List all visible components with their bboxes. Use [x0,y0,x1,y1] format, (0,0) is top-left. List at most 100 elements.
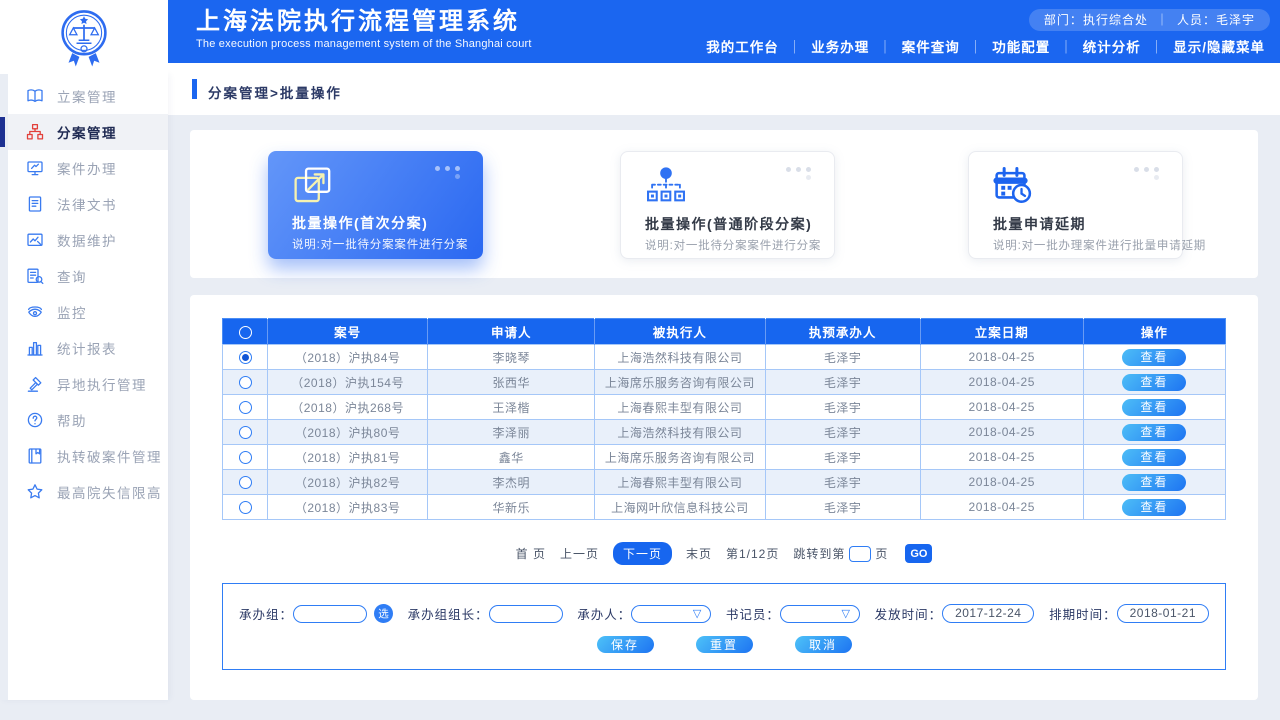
sidebar-item-supreme-dishonest[interactable]: 最高院失信限高 [8,474,168,510]
row-radio-button[interactable] [239,476,252,489]
cancel-button[interactable]: 取消 [795,636,852,653]
card-batch-first-assign[interactable]: 批量操作(首次分案)说明:对一批待分案案件进行分案 [268,151,483,259]
breadcrumb: 分案管理>批量操作 [208,82,342,102]
select-all-header [223,319,268,345]
group-leader-input[interactable] [489,605,563,623]
card-batch-delay-request[interactable]: 批量申请延期说明:对一批办理案件进行批量申请延期 [968,151,1183,259]
user-divider: ｜ [1156,13,1169,27]
group-input[interactable] [293,605,367,623]
card-title: 批量操作(普通阶段分案) [645,214,812,234]
executee-cell: 上海浩然科技有限公司 [595,345,765,370]
nav-statistics-analysis[interactable]: 统计分析 [1083,36,1141,56]
sidebar-item-statistics-report[interactable]: 统计报表 [8,330,168,366]
schedule-date-input[interactable]: 2018-01-21 [1117,604,1209,623]
reset-button[interactable]: 重置 [696,636,753,653]
sidebar-item-case-handling[interactable]: 案件办理 [8,150,168,186]
handler-field: 承办人： ▽ [577,604,711,623]
view-button[interactable]: 查看 [1122,474,1186,491]
page-first-button[interactable]: 首 页 [516,545,546,562]
jump-page-input[interactable] [849,546,871,562]
issue-date-field: 发放时间： 2017-12-24 [875,604,1035,623]
page-info: 第1/12页 [726,545,779,562]
row-radio-button[interactable] [239,451,252,464]
save-button[interactable]: 保存 [597,636,654,653]
action-cell: 查看 [1083,470,1225,495]
row-select-cell [223,370,268,395]
view-button[interactable]: 查看 [1122,349,1186,366]
card-description: 说明:对一批待分案案件进行分案 [292,236,468,252]
card-title: 批量申请延期 [993,214,1086,234]
sidebar-item-label: 统计报表 [57,338,117,358]
nav-business-handling[interactable]: 业务办理 [811,36,869,56]
radio-circle-icon[interactable] [239,326,252,339]
applicant-cell: 王泽楷 [428,395,595,420]
sidebar-item-label: 帮助 [57,410,87,430]
handler-cell: 毛泽宇 [765,370,920,395]
applicant-cell: 鑫华 [428,445,595,470]
sidebar-item-case-assignment[interactable]: 分案管理 [8,114,168,150]
handler-cell: 毛泽宇 [765,420,920,445]
nav-function-config[interactable]: 功能配置 [992,36,1050,56]
nav-case-query[interactable]: 案件查询 [902,36,960,56]
card-batch-normal-assign[interactable]: 批量操作(普通阶段分案)说明:对一批待分案案件进行分案 [620,151,835,259]
form-actions: 保存 重置 取消 [223,636,1225,653]
jump-label-prefix: 跳转到第 [793,545,845,562]
row-radio-button[interactable] [239,426,252,439]
sidebar-item-case-filing[interactable]: 立案管理 [8,78,168,114]
nav-my-workbench[interactable]: 我的工作台 [706,36,779,56]
sidebar-item-help[interactable]: 帮助 [8,402,168,438]
filing-date-cell: 2018-04-25 [920,370,1083,395]
row-radio-button[interactable] [239,376,252,389]
sidebar-item-data-maintenance[interactable]: 数据维护 [8,222,168,258]
chart-edit-icon [26,231,44,249]
breadcrumb-accent-bar [192,79,197,99]
view-button[interactable]: 查看 [1122,424,1186,441]
row-select-cell [223,345,268,370]
applicant-cell: 李泽丽 [428,420,595,445]
go-button[interactable]: GO [905,544,932,563]
nav-separator: ｜ [788,36,803,56]
jump-label-suffix: 页 [875,545,888,562]
calendar-clock-icon [993,165,1033,209]
org-structure-icon [645,165,685,209]
row-radio-button[interactable] [239,501,252,514]
handler-label: 承办人： [577,604,631,623]
column-header: 执预承办人 [765,319,920,345]
sidebar-item-query[interactable]: 查询 [8,258,168,294]
page-prev-button[interactable]: 上一页 [560,545,599,562]
case-number-cell: （2018）沪执268号 [268,395,428,420]
handler-cell: 毛泽宇 [765,495,920,520]
row-radio-button[interactable] [239,351,252,364]
clerk-select[interactable]: ▽ [780,605,860,623]
view-button[interactable]: 查看 [1122,499,1186,516]
more-dots-icon [435,164,467,180]
view-button[interactable]: 查看 [1122,374,1186,391]
page-last-button[interactable]: 末页 [686,545,712,562]
column-header: 申请人 [428,319,595,345]
row-radio-button[interactable] [239,401,252,414]
row-select-cell [223,420,268,445]
group-select-button[interactable]: 选 [374,604,393,623]
view-button[interactable]: 查看 [1122,399,1186,416]
row-select-cell [223,395,268,420]
applicant-cell: 李晓琴 [428,345,595,370]
row-select-cell [223,495,268,520]
issue-date-input[interactable]: 2017-12-24 [942,604,1034,623]
sidebar-item-remote-execution[interactable]: 异地执行管理 [8,366,168,402]
page-next-button[interactable]: 下一页 [613,542,672,565]
sidebar-item-monitoring[interactable]: 监控 [8,294,168,330]
sidebar-item-label: 分案管理 [57,122,117,142]
column-header: 被执行人 [595,319,765,345]
group-label: 承办组： [239,604,293,623]
filing-date-cell: 2018-04-25 [920,445,1083,470]
card-description: 说明:对一批办理案件进行批量申请延期 [993,237,1206,253]
view-button[interactable]: 查看 [1122,449,1186,466]
handler-select[interactable]: ▽ [631,605,711,623]
org-tree-icon [26,123,44,141]
sidebar-item-bankruptcy-transfer[interactable]: 执转破案件管理 [8,438,168,474]
nav-toggle-menu[interactable]: 显示/隐藏菜单 [1173,36,1265,56]
executee-cell: 上海春熙丰型有限公司 [595,395,765,420]
column-header: 操作 [1083,319,1225,345]
sidebar-item-legal-documents[interactable]: 法律文书 [8,186,168,222]
person-label: 人员： [1177,13,1216,27]
